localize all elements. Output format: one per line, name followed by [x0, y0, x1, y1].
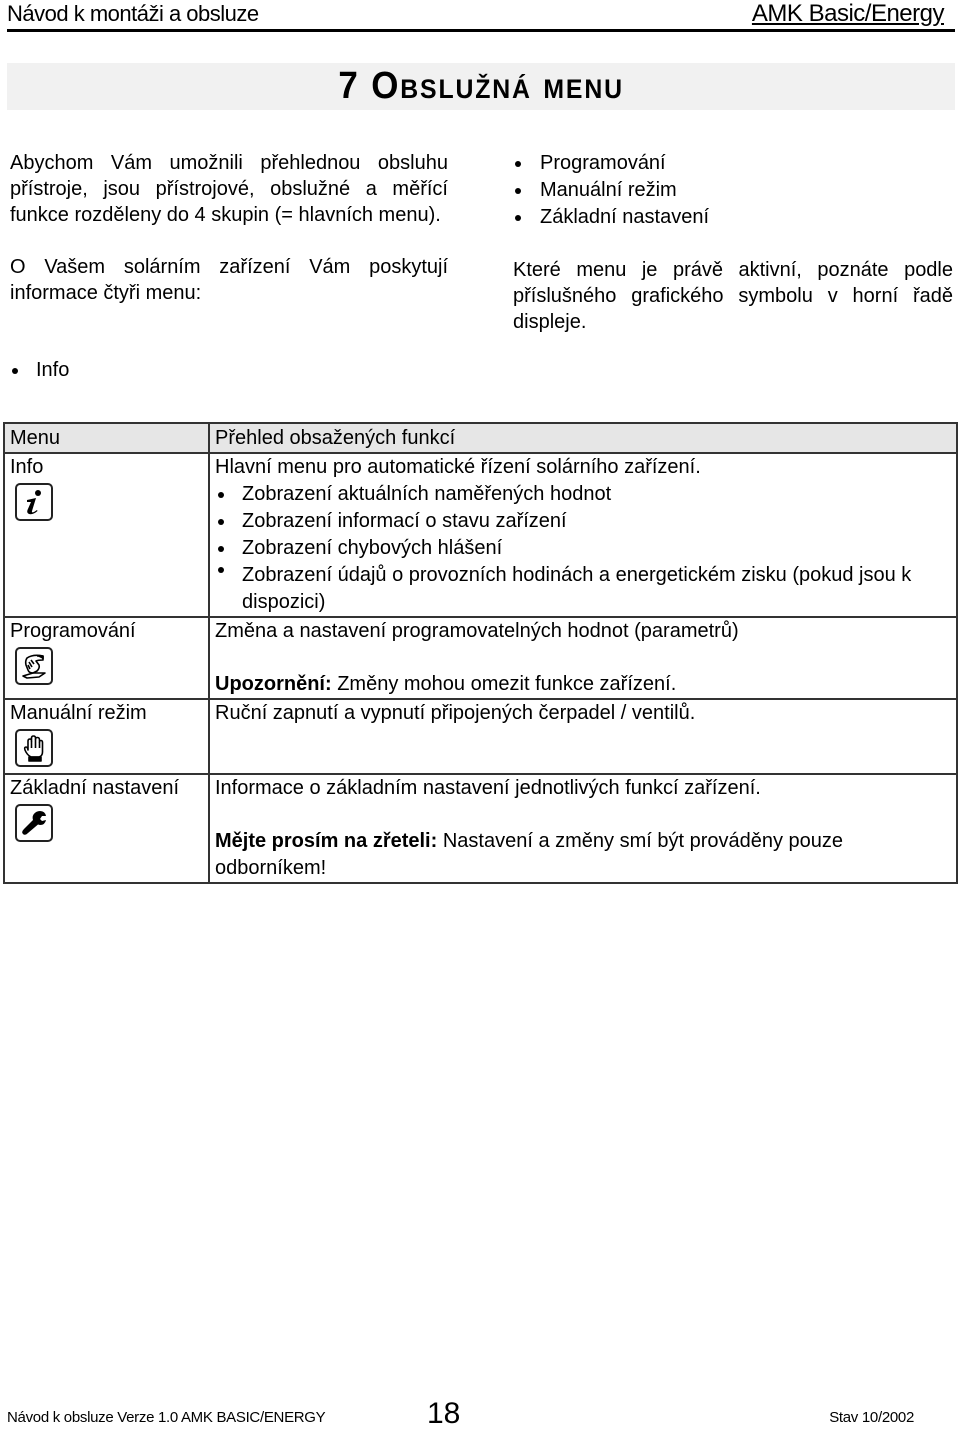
note-label: Upozornění:: [215, 673, 332, 695]
table-row: Manuální režim Ruční zapnutí a vypnutí p…: [3, 698, 958, 775]
menu-cell: Manuální režim: [3, 698, 210, 775]
function-bullet: Zobrazení informací o stavu zařízení: [215, 508, 952, 535]
row-note: Mějte prosím na zřeteli: Nastavení a změ…: [215, 828, 952, 882]
chapter-title-band: 7 Obslužná menu: [7, 63, 955, 110]
function-bullet-wrapped: Zobrazení údajů o provozních hodinách a …: [215, 562, 952, 616]
row-description: Změna a nastavení programovatelných hodn…: [215, 620, 739, 642]
intro-paragraph-2: O Vašem solárním zařízení Vám poskytují …: [10, 256, 448, 304]
intro-paragraph-1: Abychom Vám umožnili přehlednou obsluhu …: [10, 152, 448, 226]
header-functions: Přehled obsažených funkcí: [208, 422, 958, 454]
menu-list-item: Základní nastavení: [513, 204, 953, 231]
intro-paragraph-3: Které menu je právě aktivní, poznáte pod…: [513, 259, 953, 333]
row-note: Upozornění: Změny mohou omezit funkce za…: [215, 671, 952, 698]
footer-left: Návod k obsluze Verze 1.0 AMK BASIC/ENER…: [7, 1409, 326, 1426]
functions-cell: Změna a nastavení programovatelných hodn…: [208, 616, 958, 700]
menu-overview-table: Menu Přehled obsažených funkcí Info Hlav…: [3, 422, 958, 884]
row-description: Hlavní menu pro automatické řízení solár…: [215, 456, 701, 478]
table-header-row: Menu Přehled obsažených funkcí: [3, 422, 958, 454]
programming-hand-icon: [15, 647, 53, 685]
menu-name: Info: [10, 456, 44, 478]
footer-right: Stav 10/2002: [829, 1409, 914, 1426]
menu-name: Programování: [10, 620, 136, 642]
page-number: 18: [427, 1397, 461, 1430]
functions-cell: Informace o základním nastavení jednotli…: [208, 773, 958, 884]
note-label: Mějte prosím na zřeteli:: [215, 830, 438, 852]
header-rule: [7, 29, 955, 32]
intro-left-column: Abychom Vám umožnili přehlednou obsluhu …: [10, 150, 448, 332]
table-row: Základní nastavení Informace o základním…: [3, 773, 958, 884]
running-header-left: Návod k montáži a obsluze: [7, 1, 259, 26]
info-icon: [15, 483, 53, 521]
functions-cell: Ruční zapnutí a vypnutí připojených čerp…: [208, 698, 958, 775]
function-bullet-text: Zobrazení údajů o provozních hodinách a …: [242, 564, 912, 613]
menu-list-item: Info: [10, 357, 69, 383]
menu-list-item: Programování: [513, 150, 953, 177]
note-text: Změny mohou omezit funkce zařízení.: [331, 673, 677, 695]
row-description: Informace o základním nastavení jednotli…: [215, 777, 761, 799]
function-bullet: Zobrazení chybových hlášení: [215, 535, 952, 562]
header-menu: Menu: [3, 422, 210, 454]
wrench-icon: [15, 804, 53, 842]
menu-name: Manuální režim: [10, 702, 147, 724]
menu-cell: Programování: [3, 616, 210, 700]
chapter-title: 7 Obslužná menu: [338, 65, 624, 107]
menu-list-start: Info: [10, 357, 69, 383]
menu-list-item: Manuální režim: [513, 177, 953, 204]
table-row: Info Hlavní menu pro automatické řízení …: [3, 452, 958, 618]
menu-cell: Základní nastavení: [3, 773, 210, 884]
menu-cell: Info: [3, 452, 210, 618]
function-bullet: Zobrazení aktuálních naměřených hodnot: [215, 481, 952, 508]
row-description: Ruční zapnutí a vypnutí připojených čerp…: [215, 702, 696, 724]
menu-name: Základní nastavení: [10, 777, 179, 799]
table-row: Programování Změna a nastavení programov…: [3, 616, 958, 700]
intro-right-column: Programování Manuální režim Základní nas…: [513, 150, 953, 335]
running-header-right: AMK Basic/Energy: [751, 0, 945, 27]
functions-cell: Hlavní menu pro automatické řízení solár…: [208, 452, 958, 618]
manual-hand-icon: [15, 729, 53, 767]
